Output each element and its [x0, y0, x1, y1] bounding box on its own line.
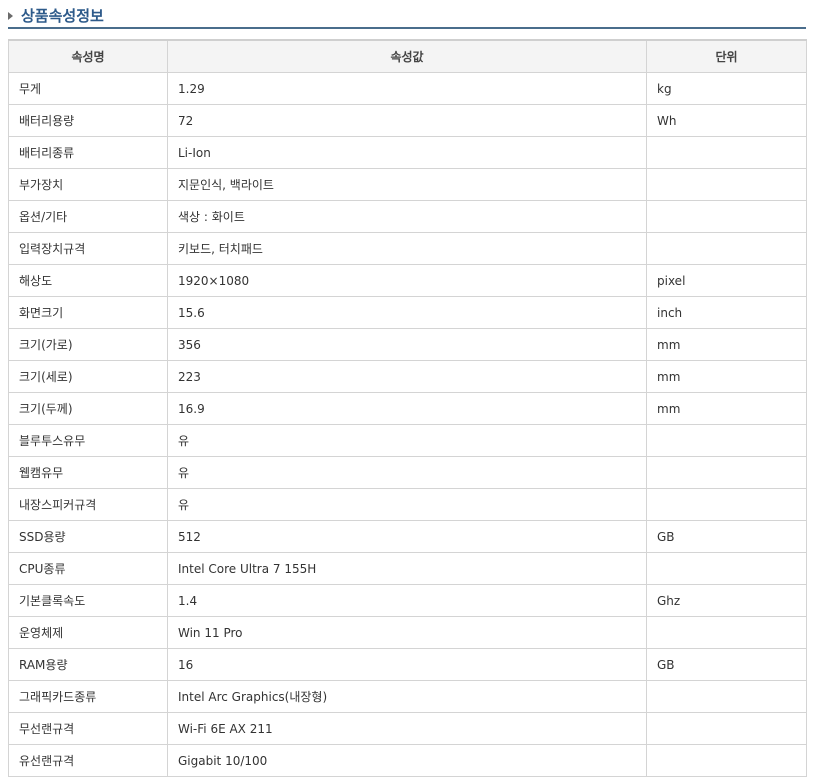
cell-unit: [646, 488, 807, 521]
cell-attribute-value: 유: [167, 456, 647, 489]
cell-attribute-name: 크기(두께): [8, 392, 168, 425]
cell-attribute-value: 16: [167, 648, 647, 681]
cell-attribute-value: 16.9: [167, 392, 647, 425]
cell-unit: [646, 744, 807, 777]
cell-attribute-name: 운영체제: [8, 616, 168, 649]
cell-attribute-value: Intel Arc Graphics(내장형): [167, 680, 647, 713]
cell-attribute-name: 내장스피커규격: [8, 488, 168, 521]
cell-unit: [646, 136, 807, 169]
header-attribute-value: 속성값: [167, 39, 647, 73]
cell-unit: GB: [646, 648, 807, 681]
table-row: 기본클록속도 1.4 Ghz: [8, 584, 807, 617]
table-row: 해상도 1920×1080 pixel: [8, 264, 807, 297]
cell-attribute-value: 15.6: [167, 296, 647, 329]
cell-unit: [646, 232, 807, 265]
table-row: 유선랜규격 Gigabit 10/100: [8, 744, 807, 777]
cell-attribute-value: Li-Ion: [167, 136, 647, 169]
cell-attribute-value: 512: [167, 520, 647, 553]
cell-unit: kg: [646, 72, 807, 105]
cell-attribute-value: 지문인식, 백라이트: [167, 168, 647, 201]
header-attribute-name: 속성명: [8, 39, 168, 73]
cell-unit: Ghz: [646, 584, 807, 617]
table-row: 크기(두께) 16.9 mm: [8, 392, 807, 425]
cell-attribute-value: 색상 : 화이트: [167, 200, 647, 233]
table-row: 블루투스유무 유: [8, 424, 807, 457]
cell-attribute-value: 키보드, 터치패드: [167, 232, 647, 265]
cell-attribute-value: 356: [167, 328, 647, 361]
cell-unit: mm: [646, 392, 807, 425]
cell-unit: inch: [646, 296, 807, 329]
cell-unit: mm: [646, 328, 807, 361]
cell-attribute-name: 유선랜규격: [8, 744, 168, 777]
cell-attribute-value: Intel Core Ultra 7 155H: [167, 552, 647, 585]
cell-unit: GB: [646, 520, 807, 553]
cell-attribute-name: RAM용량: [8, 648, 168, 681]
cell-attribute-name: 웹캠유무: [8, 456, 168, 489]
cell-attribute-name: 그래픽카드종류: [8, 680, 168, 713]
cell-unit: [646, 168, 807, 201]
cell-attribute-name: 화면크기: [8, 296, 168, 329]
table-row: 입력장치규격 키보드, 터치패드: [8, 232, 807, 265]
cell-unit: [646, 552, 807, 585]
table-row: 부가장치 지문인식, 백라이트: [8, 168, 807, 201]
cell-attribute-value: 유: [167, 424, 647, 457]
triangle-bullet-icon: [8, 12, 13, 20]
table-row: 배터리종류 Li-Ion: [8, 136, 807, 169]
cell-attribute-name: 옵션/기타: [8, 200, 168, 233]
cell-unit: pixel: [646, 264, 807, 297]
table-row: SSD용량 512 GB: [8, 520, 807, 553]
cell-attribute-value: 1.29: [167, 72, 647, 105]
cell-attribute-name: 배터리종류: [8, 136, 168, 169]
cell-unit: [646, 424, 807, 457]
table-row: 크기(가로) 356 mm: [8, 328, 807, 361]
cell-attribute-name: 배터리용량: [8, 104, 168, 137]
table-row: 운영체제 Win 11 Pro: [8, 616, 807, 649]
cell-attribute-name: 크기(가로): [8, 328, 168, 361]
cell-attribute-name: 해상도: [8, 264, 168, 297]
cell-attribute-value: Win 11 Pro: [167, 616, 647, 649]
cell-unit: [646, 456, 807, 489]
table-header-row: 속성명 속성값 단위: [8, 39, 807, 73]
cell-attribute-value: 223: [167, 360, 647, 393]
table-row: 그래픽카드종류 Intel Arc Graphics(내장형): [8, 680, 807, 713]
cell-unit: [646, 680, 807, 713]
table-row: 배터리용량 72 Wh: [8, 104, 807, 137]
table-row: CPU종류 Intel Core Ultra 7 155H: [8, 552, 807, 585]
cell-unit: [646, 616, 807, 649]
section-header: 상품속성정보: [8, 4, 806, 29]
cell-attribute-name: 무선랜규격: [8, 712, 168, 745]
cell-unit: [646, 200, 807, 233]
cell-attribute-value: 72: [167, 104, 647, 137]
cell-attribute-name: 블루투스유무: [8, 424, 168, 457]
cell-attribute-value: 유: [167, 488, 647, 521]
section-title: 상품속성정보: [21, 7, 104, 25]
table-row: 옵션/기타 색상 : 화이트: [8, 200, 807, 233]
product-attributes-table: 속성명 속성값 단위 무게 1.29 kg 배터리용량 72 Wh 배터리종류 Li-Ion 부…: [8, 39, 807, 777]
cell-attribute-value: 1.4: [167, 584, 647, 617]
cell-attribute-name: 입력장치규격: [8, 232, 168, 265]
table-row: RAM용량 16 GB: [8, 648, 807, 681]
table-row: 웹캠유무 유: [8, 456, 807, 489]
cell-attribute-value: Gigabit 10/100: [167, 744, 647, 777]
cell-attribute-name: 부가장치: [8, 168, 168, 201]
cell-attribute-name: SSD용량: [8, 520, 168, 553]
cell-attribute-value: 1920×1080: [167, 264, 647, 297]
table-row: 내장스피커규격 유: [8, 488, 807, 521]
cell-unit: [646, 712, 807, 745]
cell-attribute-name: CPU종류: [8, 552, 168, 585]
header-unit: 단위: [646, 39, 807, 73]
cell-attribute-name: 무게: [8, 72, 168, 105]
table-row: 화면크기 15.6 inch: [8, 296, 807, 329]
cell-attribute-name: 기본클록속도: [8, 584, 168, 617]
table-row: 무선랜규격 Wi-Fi 6E AX 211: [8, 712, 807, 745]
table-row: 무게 1.29 kg: [8, 72, 807, 105]
table-row: 크기(세로) 223 mm: [8, 360, 807, 393]
cell-attribute-value: Wi-Fi 6E AX 211: [167, 712, 647, 745]
cell-unit: mm: [646, 360, 807, 393]
cell-attribute-name: 크기(세로): [8, 360, 168, 393]
cell-unit: Wh: [646, 104, 807, 137]
